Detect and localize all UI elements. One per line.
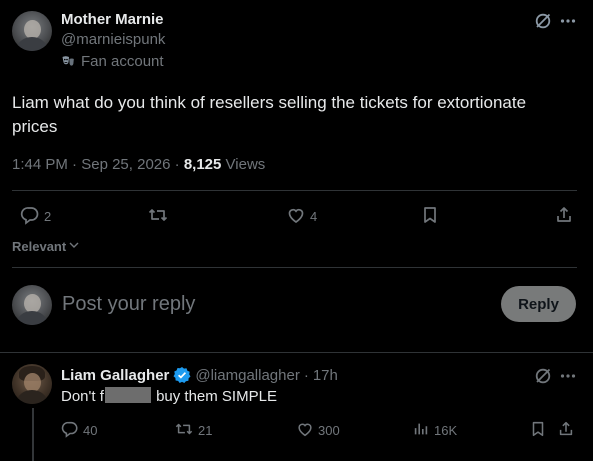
post-meta: 1:44 PM · Sep 25, 2026 · 8,125 Views	[12, 156, 266, 173]
heart-icon	[286, 205, 306, 228]
bookmark-action[interactable]	[420, 205, 440, 228]
reply-button[interactable]: Reply	[501, 286, 576, 322]
reply-author-handle[interactable]: @liamgallagher	[195, 367, 299, 384]
reply-views-action[interactable]: 16K	[412, 420, 457, 441]
reply-bookmark-action[interactable]	[529, 420, 547, 441]
views-count: 8,125	[183, 156, 222, 173]
grok-icon[interactable]	[533, 11, 553, 31]
share-icon	[557, 420, 575, 441]
more-options-icon[interactable]	[558, 366, 578, 386]
reply-action[interactable]: 2	[20, 205, 51, 228]
more-options-icon[interactable]	[558, 11, 578, 31]
sort-dropdown[interactable]: Relevant	[12, 239, 80, 254]
author-handle[interactable]: @marnieispunk	[61, 31, 165, 48]
post-time[interactable]: 1:44 PM	[12, 156, 68, 173]
reply-views-count: 16K	[434, 423, 458, 438]
repost-icon	[147, 205, 169, 228]
redaction-block	[104, 387, 151, 403]
reply-reply-action[interactable]: 40	[61, 420, 97, 441]
like-count: 4	[310, 209, 318, 224]
repost-action[interactable]	[147, 205, 173, 228]
reply-reply-count: 40	[83, 423, 98, 438]
divider	[12, 267, 577, 268]
author-header: Mother Marnie @marnieispunk Fan account	[61, 11, 165, 70]
grok-icon[interactable]	[533, 366, 553, 386]
analytics-icon	[412, 420, 430, 441]
thread-line	[32, 408, 34, 461]
heart-icon	[296, 420, 314, 441]
divider	[0, 352, 593, 353]
sort-label: Relevant	[12, 239, 67, 254]
repost-icon	[174, 420, 194, 441]
reply-author-avatar[interactable]	[12, 364, 52, 404]
reply-text-end: buy them SIMPLE	[156, 388, 277, 405]
divider	[12, 190, 577, 191]
my-avatar[interactable]	[12, 285, 52, 325]
reply-like-action[interactable]: 300	[296, 420, 340, 441]
share-action[interactable]	[554, 205, 574, 228]
like-action[interactable]: 4	[286, 205, 317, 228]
reply-header: Liam Gallagher @liamgallagher · 17h	[61, 366, 338, 384]
chevron-down-icon	[68, 239, 80, 254]
reply-age[interactable]: 17h	[313, 367, 338, 384]
fan-account-label: Fan account	[81, 53, 164, 70]
author-avatar[interactable]	[12, 11, 52, 51]
reply-repost-action[interactable]: 21	[174, 420, 212, 441]
reply-icon	[20, 205, 40, 228]
reply-input[interactable]: Post your reply	[62, 293, 195, 316]
author-display-name[interactable]: Mother Marnie	[61, 11, 165, 28]
reply-text-start: Don't f	[61, 388, 104, 405]
reply-icon	[61, 420, 79, 441]
verified-badge-icon	[173, 366, 191, 384]
reply-repost-count: 21	[198, 423, 213, 438]
bookmark-icon	[529, 420, 547, 441]
fan-account-badge[interactable]: Fan account	[61, 53, 165, 70]
reply-like-count: 300	[318, 423, 340, 438]
bookmark-icon	[420, 205, 440, 228]
post-date[interactable]: Sep 25, 2026	[81, 156, 170, 173]
views-label: Views	[225, 156, 266, 173]
theater-masks-icon	[61, 55, 75, 69]
post-text: Liam what do you think of resellers sell…	[12, 93, 527, 136]
reply-author-name[interactable]: Liam Gallagher	[61, 367, 169, 384]
reply-share-action[interactable]	[557, 420, 575, 441]
share-icon	[554, 205, 574, 228]
reply-text: Don't f buy them SIMPLE	[61, 387, 277, 405]
reply-count: 2	[44, 209, 52, 224]
